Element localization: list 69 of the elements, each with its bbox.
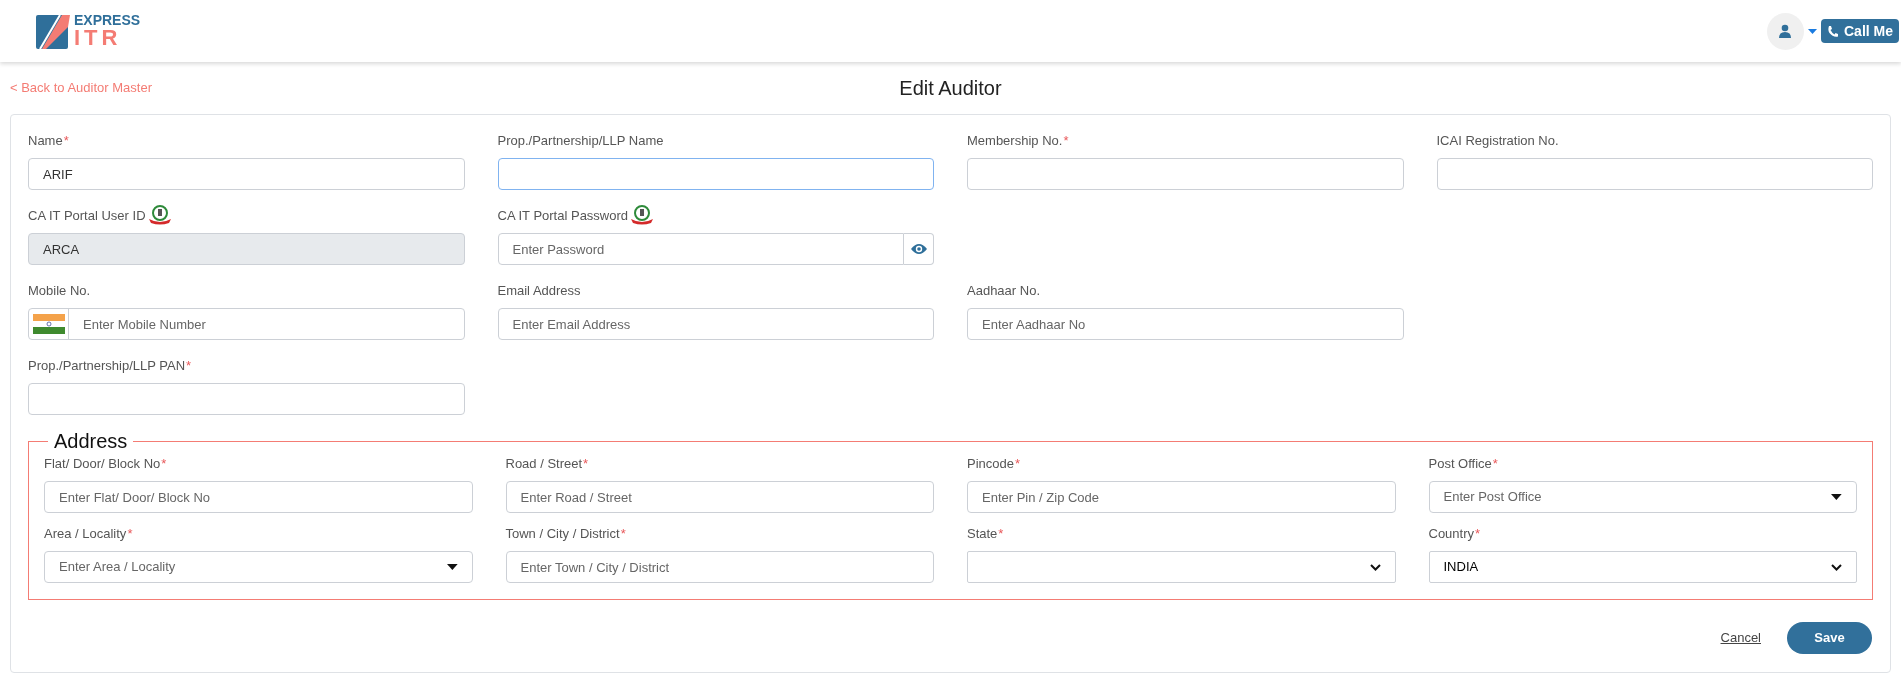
- phone-icon: [1827, 24, 1839, 38]
- field-label: Mobile No.: [28, 282, 91, 300]
- text-field[interactable]: Enter Pin / Zip Code: [967, 481, 1396, 513]
- cancel-link[interactable]: Cancel: [1720, 628, 1761, 648]
- show-password-button[interactable]: [904, 233, 934, 265]
- required-asterisk: *: [1475, 525, 1481, 543]
- text-field[interactable]: Enter Aadhaar No: [967, 308, 1404, 340]
- logo-mark-icon: [36, 12, 70, 50]
- dropdown-field[interactable]: Enter Area / Locality: [44, 551, 473, 583]
- field-label: State: [967, 525, 998, 543]
- field-label: Membership No.: [967, 132, 1063, 150]
- field-label: Aadhaar No.: [967, 282, 1040, 300]
- field-label: Flat/ Door/ Block No: [44, 455, 161, 473]
- password-field[interactable]: Enter Password: [497, 233, 904, 265]
- dropdown-input[interactable]: Enter Post Office: [1443, 487, 1832, 507]
- phone-field[interactable]: Enter Mobile Number: [28, 308, 465, 340]
- field-label: Town / City / District: [505, 525, 620, 543]
- select-value: INDIA: [1443, 558, 1479, 577]
- caret-icon: [446, 564, 458, 570]
- chevron-down-icon: [1369, 563, 1381, 571]
- required-asterisk: *: [63, 132, 69, 150]
- logo-text: ITR: [74, 27, 123, 49]
- field-label: Country: [1428, 525, 1475, 543]
- user-icon: [1778, 24, 1793, 38]
- field-label: Email Address: [497, 282, 581, 300]
- required-asterisk: *: [1492, 455, 1498, 473]
- field-label: Road / Street: [505, 455, 583, 473]
- text-field[interactable]: Enter Town / City / District: [505, 551, 934, 583]
- mobile-input[interactable]: Enter Mobile Number: [69, 309, 464, 339]
- text-field[interactable]: [28, 383, 465, 415]
- logo-text: EXPRESS: [74, 13, 141, 27]
- field-label: Pincode: [967, 455, 1014, 473]
- dropdown-input[interactable]: Enter Area / Locality: [59, 557, 447, 577]
- eye-icon: [909, 243, 928, 255]
- text-field[interactable]: ARIF: [28, 158, 465, 190]
- select-field[interactable]: INDIA: [1428, 551, 1857, 583]
- text-field[interactable]: Enter Email Address: [497, 308, 934, 340]
- required-asterisk: *: [620, 525, 626, 543]
- text-field[interactable]: [497, 158, 934, 190]
- field-label: Prop./Partnership/LLP PAN: [28, 357, 186, 375]
- caret-icon: [1831, 494, 1842, 500]
- required-asterisk: *: [583, 455, 589, 473]
- dropdown-field[interactable]: Enter Post Office: [1428, 481, 1857, 513]
- required-asterisk: *: [186, 357, 192, 375]
- chevron-down-icon: [1831, 563, 1842, 571]
- field-label: Name: [28, 132, 63, 150]
- user-avatar-button[interactable]: [1767, 12, 1804, 50]
- required-asterisk: *: [161, 455, 167, 473]
- field-label: ICAI Registration No.: [1436, 132, 1559, 150]
- field-label: CA IT Portal User ID: [28, 207, 146, 225]
- text-field[interactable]: Enter Road / Street: [505, 481, 934, 513]
- text-field[interactable]: [1436, 158, 1873, 190]
- page-title: Edit Auditor: [899, 76, 1002, 101]
- address-legend: Address: [48, 429, 134, 453]
- field-label: CA IT Portal Password: [497, 207, 629, 225]
- save-button[interactable]: Save: [1787, 622, 1872, 654]
- field-label: Prop./Partnership/LLP Name: [497, 132, 664, 150]
- caret-icon[interactable]: [1808, 28, 1817, 34]
- india-flag-icon: [32, 314, 65, 334]
- call-me-button[interactable]: Call Me: [1821, 19, 1899, 43]
- text-field[interactable]: Enter Flat/ Door/ Block No: [44, 481, 473, 513]
- text-field[interactable]: [967, 158, 1404, 190]
- field-label: Area / Locality: [44, 525, 127, 543]
- field-label: Post Office: [1428, 455, 1492, 473]
- required-asterisk: *: [998, 525, 1004, 543]
- required-asterisk: *: [1015, 455, 1021, 473]
- select-field[interactable]: [967, 551, 1396, 583]
- required-asterisk: *: [1063, 132, 1069, 150]
- required-asterisk: *: [127, 525, 133, 543]
